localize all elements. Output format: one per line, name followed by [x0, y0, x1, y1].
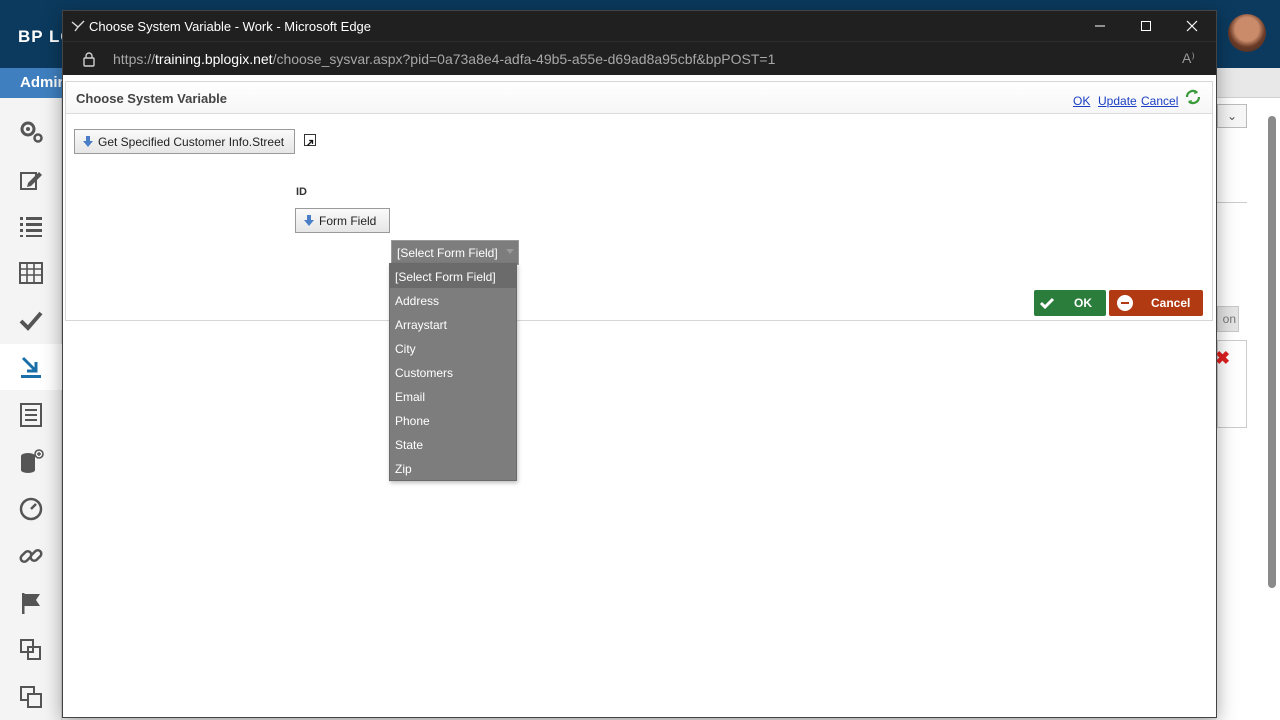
minus-circle-icon: [1117, 295, 1133, 311]
background-button[interactable]: on: [1217, 306, 1239, 332]
cancel-button-label: Cancel: [1151, 296, 1191, 310]
browser-popup-window: Choose System Variable - Work - Microsof…: [62, 10, 1217, 718]
url-text[interactable]: https://training.bplogix.net/choose_sysv…: [113, 51, 775, 67]
dropdown-option[interactable]: Phone: [390, 408, 516, 432]
page-title: Choose System Variable: [76, 91, 228, 106]
address-bar[interactable]: https://training.bplogix.net/choose_sysv…: [63, 41, 1216, 75]
table-icon[interactable]: [0, 250, 62, 296]
read-aloud-icon[interactable]: A⁾: [1182, 50, 1195, 67]
lock-icon[interactable]: [81, 51, 97, 67]
arrow-down-icon: [83, 136, 93, 147]
window-title: Choose System Variable - Work - Microsof…: [89, 19, 372, 34]
form-field-select[interactable]: [Select Form Field]: [391, 240, 519, 265]
form-field-label: Form Field: [319, 213, 377, 228]
app-sidebar: [0, 98, 62, 720]
maximize-button[interactable]: [1123, 11, 1169, 41]
dropdown-option[interactable]: Customers: [390, 360, 516, 384]
list-icon[interactable]: [0, 203, 62, 249]
background-divider: [1217, 202, 1247, 203]
background-select[interactable]: ⌄: [1217, 104, 1247, 128]
update-link[interactable]: Update: [1098, 94, 1137, 108]
dropdown-option[interactable]: Arraystart: [390, 312, 516, 336]
source-variable-label: Get Specified Customer Info.Street: [98, 134, 285, 149]
cancel-link[interactable]: Cancel: [1141, 94, 1178, 108]
popout-icon[interactable]: [304, 134, 316, 146]
link-icon[interactable]: [0, 533, 62, 579]
delete-icon[interactable]: ✖: [1215, 348, 1230, 369]
dialog-body: Choose System Variable OK Update Cancel …: [63, 75, 1216, 717]
source-variable-button[interactable]: Get Specified Customer Info.Street: [74, 129, 295, 154]
page-scrollbar-thumb[interactable]: [1268, 116, 1276, 588]
window-title-bar: Choose System Variable - Work - Microsof…: [63, 11, 1216, 41]
select-value: [Select Form Field]: [397, 246, 498, 260]
ok-button[interactable]: OK: [1034, 290, 1106, 316]
check-icon[interactable]: [0, 297, 62, 343]
form-field-button[interactable]: Form Field: [295, 208, 390, 233]
panel-header: Choose System Variable OK Update Cancel: [66, 82, 1212, 114]
dropdown-option[interactable]: [Select Form Field]: [390, 264, 516, 288]
chevron-down-icon: [506, 249, 514, 254]
parameter-label: ID: [296, 186, 307, 198]
refresh-icon[interactable]: [1184, 88, 1202, 106]
maximize-icon: [1141, 21, 1151, 31]
avatar[interactable]: [1228, 14, 1266, 52]
url-scheme: https://: [113, 51, 156, 67]
choose-variable-panel: Choose System Variable OK Update Cancel …: [65, 81, 1213, 321]
gears-icon[interactable]: [0, 108, 62, 154]
close-button[interactable]: [1169, 11, 1215, 41]
minimize-button[interactable]: [1077, 11, 1123, 41]
cancel-button[interactable]: Cancel: [1109, 290, 1203, 316]
dropdown-option[interactable]: City: [390, 336, 516, 360]
ok-link[interactable]: OK: [1073, 94, 1090, 108]
minimize-icon: [1095, 25, 1105, 27]
close-icon: [1186, 20, 1198, 32]
form-field-dropdown-list: [Select Form Field] Address Arraystart C…: [389, 263, 517, 481]
report-icon[interactable]: [0, 392, 62, 438]
flag-icon[interactable]: [0, 580, 62, 626]
arrow-down-icon: [304, 215, 314, 226]
dropdown-option[interactable]: State: [390, 432, 516, 456]
ok-button-label: OK: [1074, 296, 1092, 310]
copy-icon[interactable]: [0, 627, 62, 673]
url-host: training.bplogix.net: [155, 51, 273, 67]
admin-tab[interactable]: Admin: [0, 68, 67, 98]
copy-alt-icon[interactable]: [0, 674, 62, 720]
dropdown-option[interactable]: Zip: [390, 456, 516, 480]
database-add-icon[interactable]: [0, 439, 62, 485]
dropdown-option[interactable]: Address: [390, 288, 516, 312]
edge-favicon-icon: [71, 20, 85, 32]
edit-icon[interactable]: [0, 157, 62, 203]
dropdown-option[interactable]: Email: [390, 384, 516, 408]
download-icon[interactable]: [0, 344, 62, 390]
check-icon: [1039, 297, 1055, 310]
dashboard-icon[interactable]: [0, 486, 62, 532]
url-path: /choose_sysvar.aspx?pid=0a73a8e4-adfa-49…: [272, 51, 776, 67]
